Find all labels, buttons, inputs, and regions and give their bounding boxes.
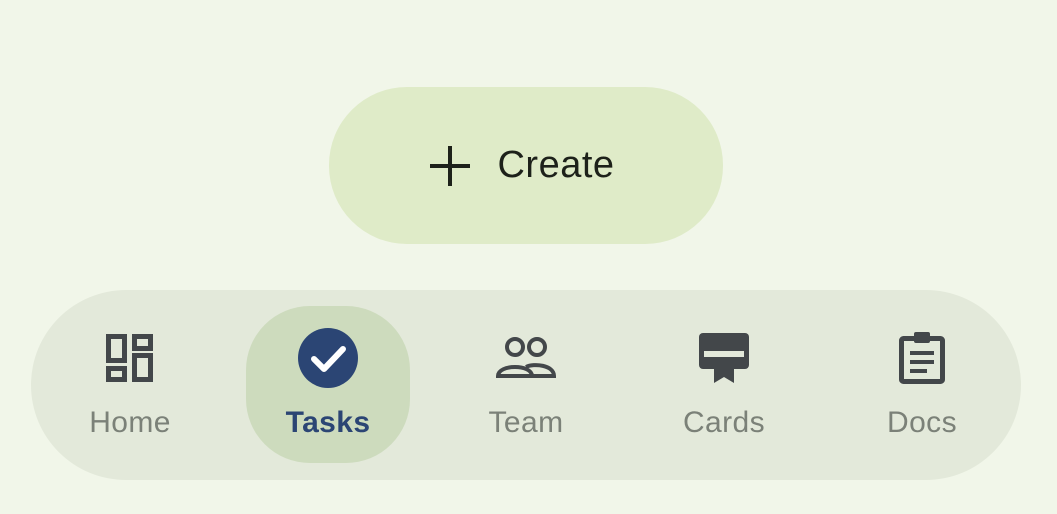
nav-item-team[interactable]: Team (444, 306, 608, 463)
nav-item-docs[interactable]: Docs (840, 306, 1004, 463)
nav-item-tasks[interactable]: Tasks (246, 306, 410, 463)
create-button-label: Create (497, 144, 615, 186)
nav-item-label: Team (488, 406, 564, 439)
nav-item-label: Cards (682, 406, 766, 439)
nav-item-label: Docs (887, 406, 957, 439)
clipboard-icon (890, 326, 954, 390)
nav-item-label: Tasks (285, 406, 371, 439)
dashboard-icon (98, 326, 162, 390)
bottom-navigation-bar: Home Tasks Team Cards Docs (31, 290, 1021, 480)
check-circle-icon (296, 326, 360, 390)
nav-item-home[interactable]: Home (48, 306, 212, 463)
create-button[interactable]: Create (329, 87, 723, 244)
nav-item-cards[interactable]: Cards (642, 306, 806, 463)
people-icon (494, 326, 558, 390)
plus-icon (429, 145, 471, 187)
nav-item-label: Home (89, 406, 171, 439)
card-membership-icon (692, 326, 756, 390)
